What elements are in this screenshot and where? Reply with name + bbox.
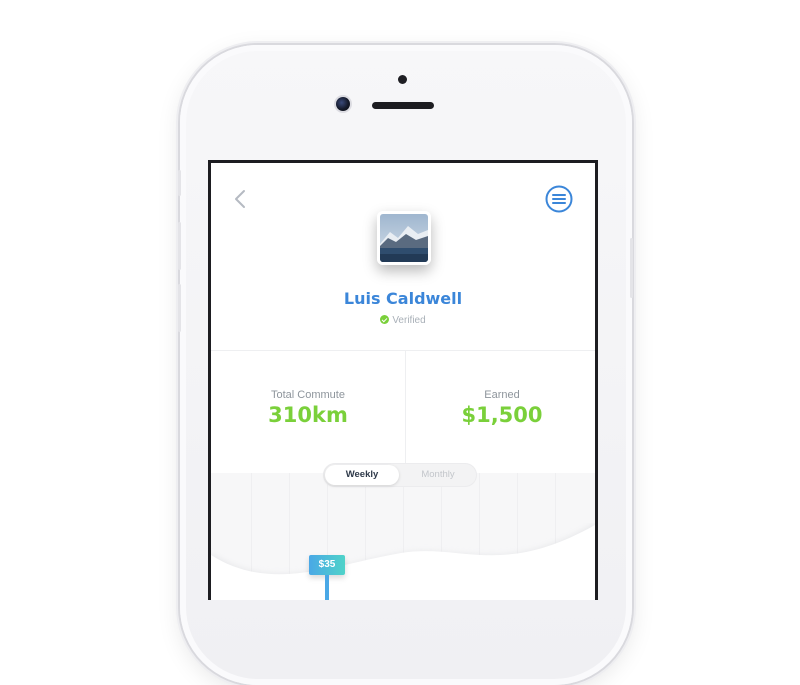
check-circle-icon	[380, 315, 390, 324]
verified-status: Verified	[211, 315, 595, 326]
menu-circle-icon[interactable]	[545, 185, 573, 213]
section-divider	[211, 350, 595, 351]
chart-value-tag: $35	[309, 555, 345, 575]
phone-sensor	[398, 75, 407, 84]
front-camera	[336, 97, 350, 111]
phone-side-button	[178, 222, 181, 270]
earned-label: Earned	[484, 389, 520, 401]
verified-label: Verified	[392, 315, 426, 326]
toggle-monthly[interactable]: Monthly	[403, 463, 473, 487]
profile-name: Luis Caldwell	[343, 289, 463, 308]
app-screen: Luis Caldwell Verified Total Commute 310…	[208, 160, 598, 600]
total-commute-label: Total Commute	[271, 389, 345, 401]
total-commute-value: 310km	[268, 403, 348, 427]
avatar[interactable]	[377, 211, 431, 265]
phone-side-button	[178, 284, 181, 332]
phone-speaker	[372, 102, 434, 109]
period-toggle: Weekly Monthly	[323, 463, 477, 487]
chevron-left-icon[interactable]	[233, 187, 247, 211]
chart-wave	[211, 523, 595, 600]
phone-side-button	[178, 170, 181, 196]
chart-value-stem	[325, 575, 329, 600]
toggle-weekly[interactable]: Weekly	[325, 465, 399, 485]
earned-value: $1,500	[461, 403, 543, 427]
phone-side-button	[630, 238, 633, 298]
